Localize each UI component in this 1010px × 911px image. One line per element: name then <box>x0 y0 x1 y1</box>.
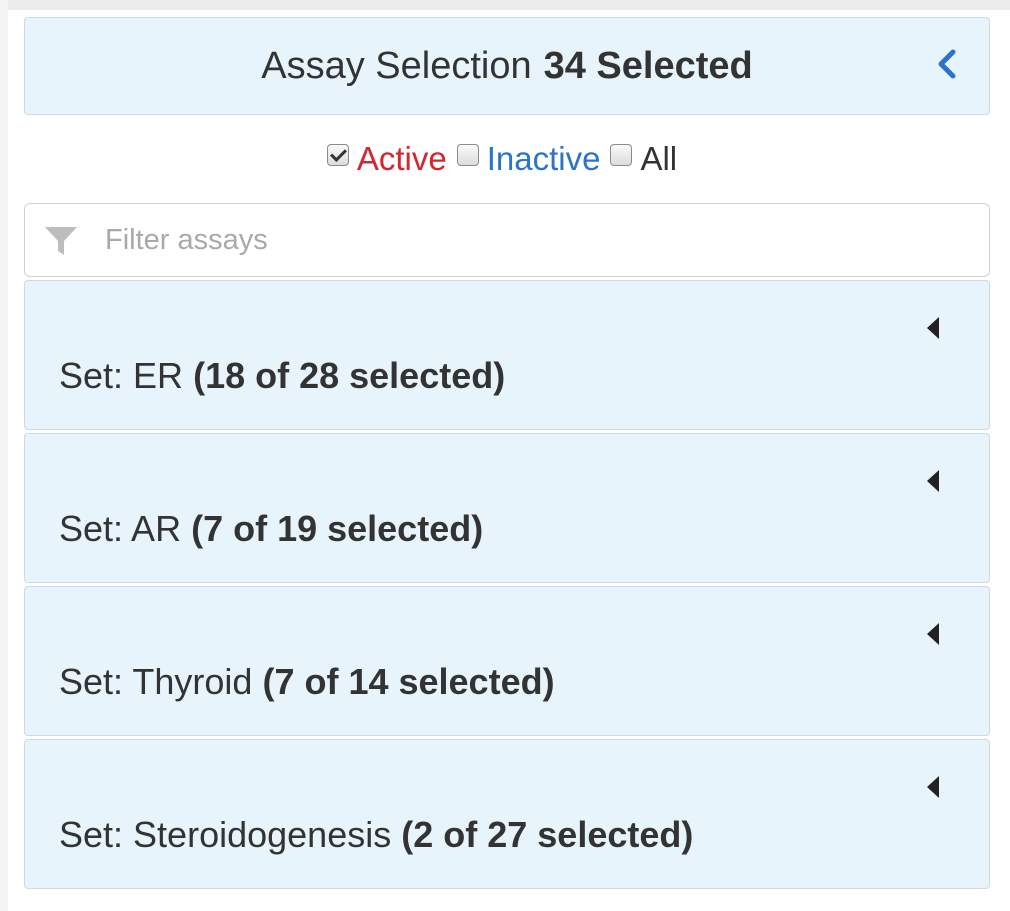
caret-left-icon[interactable] <box>927 317 939 339</box>
set-label: Set: ER (18 of 28 selected) <box>59 355 505 397</box>
panel-title: Assay Selection <box>261 44 532 87</box>
assay-set-er[interactable]: Set: ER (18 of 28 selected) <box>24 280 990 430</box>
set-name: Set: Steroidogenesis <box>59 814 392 855</box>
assay-set-thyroid[interactable]: Set: Thyroid (7 of 14 selected) <box>24 586 990 736</box>
caret-left-icon[interactable] <box>927 470 939 492</box>
assay-set-steroidogenesis[interactable]: Set: Steroidogenesis (2 of 27 selected) <box>24 739 990 889</box>
filter-active[interactable]: Active <box>326 140 447 178</box>
selected-count: 34 Selected <box>543 44 753 87</box>
set-name: Set: Thyroid <box>59 661 253 702</box>
inactive-label: Inactive <box>486 140 601 177</box>
set-label: Set: Steroidogenesis (2 of 27 selected) <box>59 814 693 856</box>
assay-set-ar[interactable]: Set: AR (7 of 19 selected) <box>24 433 990 583</box>
caret-left-icon[interactable] <box>927 776 939 798</box>
active-label: Active <box>356 140 447 177</box>
set-name: Set: AR <box>59 508 182 549</box>
page: Assay Selection 34 Selected Active Inact… <box>0 0 1010 911</box>
left-border <box>0 0 8 911</box>
set-name: Set: ER <box>59 355 184 396</box>
filter-inactive[interactable]: Inactive <box>456 140 601 178</box>
panel-header: Assay Selection 34 Selected <box>24 17 990 115</box>
assay-selection-panel: Assay Selection 34 Selected Active Inact… <box>24 17 990 889</box>
filter-assays-input[interactable] <box>103 222 967 258</box>
set-count: (7 of 14 selected) <box>262 661 555 702</box>
set-label: Set: AR (7 of 19 selected) <box>59 508 483 550</box>
inactive-checkbox[interactable] <box>456 144 479 166</box>
caret-left-icon[interactable] <box>927 623 939 645</box>
all-checkbox[interactable] <box>610 144 633 166</box>
set-label: Set: Thyroid (7 of 14 selected) <box>59 661 555 703</box>
set-count: (7 of 19 selected) <box>191 508 484 549</box>
filter-all[interactable]: All <box>610 140 677 178</box>
set-count: (18 of 28 selected) <box>193 355 506 396</box>
set-count: (2 of 27 selected) <box>401 814 694 855</box>
active-checkbox[interactable] <box>326 144 349 166</box>
filter-search-box <box>24 203 990 277</box>
filter-icon <box>45 227 77 255</box>
all-label: All <box>640 140 678 177</box>
chevron-left-icon[interactable] <box>933 44 961 84</box>
top-border <box>0 0 1010 10</box>
status-filter-group: Active Inactive All <box>24 115 990 203</box>
